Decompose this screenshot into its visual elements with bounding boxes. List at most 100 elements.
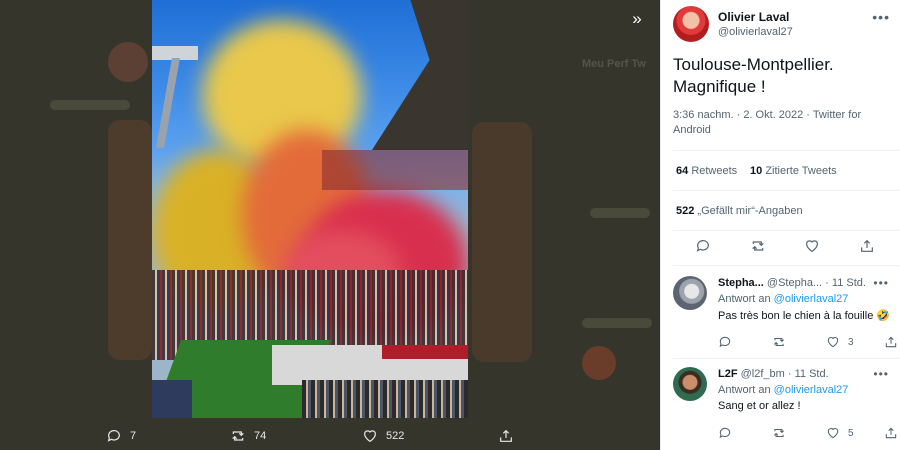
reply-icon [719,336,731,348]
divider [673,230,900,231]
backdrop-text-line [590,208,650,218]
tweet-stats-row: 64 Retweets 10 Zitierte Tweets [673,165,893,179]
reply-text: Pas très bon le chien à la fouille 🤣 [718,310,891,322]
backdrop-text-line [582,318,652,328]
like-button[interactable] [804,238,820,259]
tweet-meta[interactable]: 3:36 nachm. · 2. Okt. 2022 · Twitter for… [673,108,893,138]
backdrop-avatar [108,42,148,82]
media-action-bar: 7 74 522 [0,418,660,450]
reply-to-line: Antwort an @olivierlaval27 [718,293,848,305]
author-name[interactable]: Olivier Laval [718,10,789,24]
share-icon [500,429,512,442]
more-icon: ••• [873,367,889,381]
reply-to-link[interactable]: @olivierlaval27 [774,384,849,396]
reply-like-button[interactable]: 3 [826,335,854,349]
image-advertising-board-red [382,345,468,359]
retweets-stat[interactable]: 64 Retweets [676,165,737,177]
reply-text: Sang et or allez ! [718,400,801,412]
divider [673,358,900,359]
reply-header: L2F @l2f_bm · 11 Std. [718,368,829,380]
reply-to-prefix: Antwort an [718,384,771,396]
reply-to-prefix: Antwort an [718,293,771,305]
retweet-icon [773,428,785,438]
avatar[interactable] [673,6,709,42]
reply-actions: 5 [718,426,898,442]
share-icon [885,336,897,348]
reply-like-count: 5 [848,427,854,439]
divider [673,150,900,151]
retweets-count: 64 [676,165,689,177]
more-icon: ••• [873,276,889,290]
reply-to-line: Antwort an @olivierlaval27 [718,384,848,396]
retweet-button[interactable] [750,238,766,259]
media-like-button[interactable]: 522 [362,428,404,444]
backdrop-card [472,122,532,362]
reply-item[interactable]: Stepha... @Stepha... · 11 Std. ••• Antwo… [673,276,900,362]
share-button[interactable] [859,238,875,259]
reply-author-handle[interactable]: @Stepha... [767,277,822,289]
reply-author-name[interactable]: Stepha... [718,277,764,289]
heart-icon [827,337,839,348]
avatar[interactable] [673,367,707,401]
media-share-button[interactable] [498,428,514,444]
quotes-count: 10 [750,165,763,177]
reply-author-handle[interactable]: @l2f_bm [741,368,785,380]
media-retweet-count: 74 [254,430,267,442]
reply-share-button[interactable] [884,335,898,349]
divider [673,190,900,191]
reply-reply-button[interactable] [718,426,732,440]
reply-like-button[interactable]: 5 [826,426,854,440]
retweet-icon [773,337,785,347]
quotes-stat[interactable]: 10 Zitierte Tweets [750,165,837,177]
reply-icon [107,430,120,442]
double-chevron-right-icon: » [632,9,642,28]
reply-time[interactable]: · 11 Std. [825,277,866,289]
reply-more-button[interactable]: ••• [873,276,889,290]
divider [673,265,900,266]
quotes-label: Zitierte Tweets [765,165,837,177]
image-upper-stand [322,150,468,190]
tweet-detail-panel: Olivier Laval @olivierlaval27 ••• Toulou… [660,0,900,450]
tweet-author: Olivier Laval @olivierlaval27 ••• [673,6,900,46]
more-icon: ••• [872,9,890,25]
reply-retweet-button[interactable] [772,426,786,440]
avatar[interactable] [673,276,707,310]
reply-share-button[interactable] [884,426,898,440]
more-options-button[interactable]: ••• [872,9,890,25]
author-handle[interactable]: @olivierlaval27 [718,26,793,38]
heart-icon [364,430,376,443]
media-like-count: 522 [386,430,405,442]
tweet-text: Toulouse-Montpellier. Magnifique ! [673,55,834,96]
media-reply-count: 7 [130,430,137,442]
reply-more-button[interactable]: ••• [873,367,889,381]
reply-time[interactable]: · 11 Std. [788,368,829,380]
heart-icon [806,239,819,252]
backdrop-avatar [582,346,616,380]
share-icon [885,427,897,439]
image-lower-crowd [302,380,468,418]
share-icon [861,239,873,252]
image-stairs [152,380,192,418]
likes-count: 522 [676,205,695,217]
reply-actions: 3 [718,335,898,351]
heart-icon [827,428,839,439]
reply-reply-button[interactable] [718,335,732,349]
likes-stat[interactable]: 522 „Gefällt mir“-Angaben [676,205,803,217]
collapse-panel-button[interactable]: » [624,6,650,32]
reply-like-count: 3 [848,336,854,348]
likes-stat-row: 522 „Gefällt mir“-Angaben [673,205,893,219]
reply-to-link[interactable]: @olivierlaval27 [774,293,849,305]
media-retweet-button[interactable]: 74 [230,428,266,444]
reply-item[interactable]: L2F @l2f_bm · 11 Std. ••• Antwort an @ol… [673,367,900,450]
media-reply-button[interactable]: 7 [106,428,136,444]
reply-header: Stepha... @Stepha... · 11 Std. [718,277,866,289]
tweet-media-image[interactable] [152,0,468,418]
reply-retweet-button[interactable] [772,335,786,349]
reply-icon [696,239,709,252]
backdrop-heading: Meu Perf Tw [582,58,646,70]
backdrop-text-line [50,100,130,110]
reply-author-name[interactable]: L2F [718,368,738,380]
reply-button[interactable] [695,238,711,259]
likes-label: „Gefällt mir“-Angaben [697,205,803,217]
tweet-actions [673,233,893,263]
